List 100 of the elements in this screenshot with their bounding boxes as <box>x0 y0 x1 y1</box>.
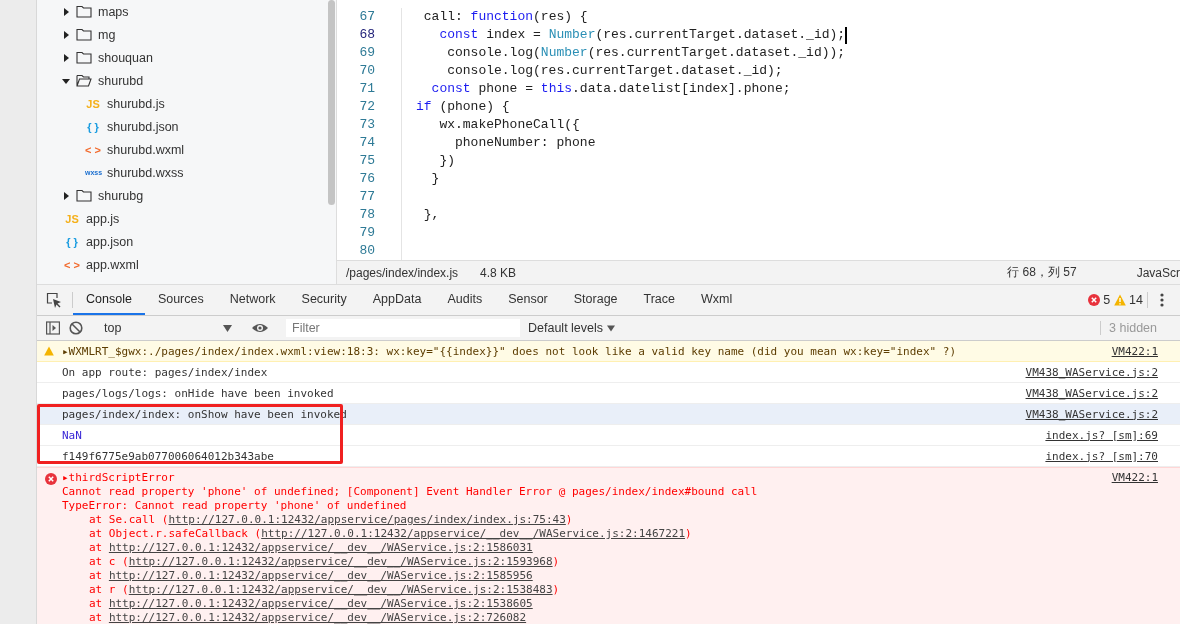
clear-console-icon[interactable] <box>69 321 83 335</box>
file-name[interactable]: shurubd.js <box>107 96 165 111</box>
stack-link[interactable]: http://127.0.0.1:12432/appservice/__dev__/WAService.js:2:1585956 <box>108 569 533 582</box>
file-name[interactable]: shurubd.wxml <box>107 142 185 157</box>
file-path: /pages/index/index.js <box>346 265 459 280</box>
stack-link[interactable]: http://127.0.0.1:12432/appservice/__dev__/WAService.js:2:1586031 <box>108 541 533 554</box>
source-link[interactable]: VM438_WAService.js:2 <box>1025 407 1158 421</box>
devtools-tab[interactable]: Sources <box>144 285 217 315</box>
devtools-tab[interactable]: Trace <box>630 285 689 315</box>
file-type-icon: JS <box>85 97 101 110</box>
line-number: 71 <box>358 80 376 98</box>
folder-icon <box>76 5 92 18</box>
log-text: f149f6775e9ab077006064012b343abe <box>62 449 275 463</box>
folder-name[interactable]: shurubd <box>98 73 144 88</box>
source-link[interactable]: VM438_WAService.js:2 <box>1025 365 1158 379</box>
stack-link[interactable]: http://127.0.0.1:12432/appservice/__dev__/WAService.js:2:726082 <box>108 611 527 624</box>
code-line: const index = Number(res.currentTarget.dataset._id); <box>438 26 846 44</box>
language-mode[interactable]: JavaScr <box>1136 265 1180 280</box>
line-number: 75 <box>358 152 376 170</box>
error-count[interactable]: 5 <box>1103 293 1111 307</box>
file-name[interactable]: app.wxml <box>86 257 139 272</box>
scrollbar-thumb[interactable] <box>328 0 335 205</box>
devtools-tab[interactable]: Security <box>288 285 360 315</box>
dropdown-caret-icon <box>606 325 615 332</box>
file-type-icon: JS <box>64 212 80 225</box>
stack-frame: at Object.r.safeCallback ( <box>89 527 262 540</box>
line-number: 78 <box>358 206 376 224</box>
hidden-count: 3 hidden <box>1100 321 1157 335</box>
folder-name[interactable]: shouquan <box>98 50 153 65</box>
inspect-icon[interactable] <box>46 292 62 308</box>
code-line: console.log(res.currentTarget.dataset._id); <box>446 62 783 80</box>
log-text: pages/logs/logs: onHide have been invoked <box>62 386 335 400</box>
folder-name[interactable]: shurubg <box>98 188 144 203</box>
devtools-tab[interactable]: Network <box>216 285 289 315</box>
line-number: 69 <box>358 44 376 62</box>
stack-frame: at c ( <box>89 555 129 568</box>
error-icon <box>45 473 57 485</box>
stack-link[interactable]: http://127.0.0.1:12432/appservice/__dev__/WAService.js:2:1467221 <box>261 527 686 540</box>
sidebar-toggle-icon[interactable] <box>46 321 60 335</box>
stack-frame: at <box>89 541 109 554</box>
expanded-arrow-icon[interactable] <box>62 76 70 85</box>
line-number: 70 <box>358 62 376 80</box>
folder-icon <box>76 189 92 202</box>
devtools-tab[interactable]: Audits <box>434 285 496 315</box>
file-name[interactable]: shurubd.wxss <box>107 165 184 180</box>
code-line: wx.makePhoneCall({ <box>438 116 580 134</box>
code-line: console.log(Number(res.currentTarget.dataset._id)); <box>446 44 846 62</box>
code-line: const phone = this.data.datelist[index].phone; <box>430 80 791 98</box>
code-line: }, <box>422 206 440 224</box>
file-type-icon: < > <box>85 143 101 156</box>
collapsed-arrow-icon[interactable] <box>62 7 70 16</box>
error-text: TypeError: Cannot read property 'phone' of undefined <box>62 499 407 513</box>
stack-frame: ) <box>552 583 560 596</box>
source-link[interactable]: index.js? [sm]:70 <box>1045 449 1158 463</box>
devtools-tab[interactable]: AppData <box>359 285 435 315</box>
stack-frame: ) <box>552 555 560 568</box>
eye-icon[interactable] <box>251 321 269 335</box>
stack-frame: at <box>89 611 109 624</box>
source-link[interactable]: VM422:1 <box>1111 344 1158 358</box>
filter-field[interactable]: Filter <box>286 319 520 337</box>
folder-name[interactable]: maps <box>98 4 129 19</box>
dropdown-caret-icon <box>223 324 232 332</box>
log-levels-dropdown[interactable]: Default levels <box>528 321 615 335</box>
stack-frame: at r ( <box>89 583 129 596</box>
code-line: }) <box>438 152 455 170</box>
file-type-icon: { } <box>85 120 101 133</box>
stack-link[interactable]: http://127.0.0.1:12432/appservice/__dev__/WAService.js:2:1538483 <box>128 583 553 596</box>
source-link[interactable]: VM438_WAService.js:2 <box>1025 386 1158 400</box>
line-number: 77 <box>358 188 376 206</box>
line-number: 68 <box>358 26 376 44</box>
file-name[interactable]: shurubd.json <box>107 119 179 134</box>
source-link[interactable]: VM422:1 <box>1111 471 1158 485</box>
collapsed-arrow-icon[interactable] <box>62 53 70 62</box>
line-number: 67 <box>358 8 376 26</box>
stack-link[interactable]: http://127.0.0.1:12432/appservice/__dev__/WAService.js:2:1538605 <box>108 597 533 610</box>
warning-count[interactable]: 14 <box>1129 293 1143 307</box>
file-name[interactable]: app.json <box>86 234 134 249</box>
error-title[interactable]: ▸thirdScriptError <box>62 471 1102 485</box>
line-number: 79 <box>358 224 376 242</box>
collapsed-arrow-icon[interactable] <box>62 191 70 200</box>
file-name[interactable]: app.js <box>86 211 120 226</box>
warning-icon <box>1114 294 1127 306</box>
log-text: ▸WXMLRT_$gwx:./pages/index/index.wxml:view:18:3: wx:key="{{index}}" does not look like a valid key name (did you mean wx:key="index" ?) <box>62 344 958 358</box>
code-editor[interactable] <box>337 0 1180 260</box>
line-number: 76 <box>358 170 376 188</box>
line-number: 74 <box>358 134 376 152</box>
devtools-tab[interactable]: Wxml <box>688 285 746 315</box>
context-select[interactable]: top <box>104 321 242 335</box>
stack-link[interactable]: http://127.0.0.1:12432/appservice/pages/index/index.js:75:43 <box>168 513 566 526</box>
warning-icon <box>44 346 54 356</box>
stack-link[interactable]: http://127.0.0.1:12432/appservice/__dev__/WAService.js:2:1593968 <box>128 555 553 568</box>
collapsed-arrow-icon[interactable] <box>62 30 70 39</box>
log-text: On app route: pages/index/index <box>62 365 269 379</box>
source-link[interactable]: index.js? [sm]:69 <box>1045 428 1158 442</box>
devtools-tab[interactable]: Sensor <box>495 285 561 315</box>
more-menu-icon[interactable] <box>1160 293 1164 307</box>
text-cursor <box>845 26 848 44</box>
devtools-tab[interactable]: Storage <box>560 285 631 315</box>
logged-value: NaN <box>62 428 83 442</box>
folder-name[interactable]: mg <box>98 27 116 42</box>
